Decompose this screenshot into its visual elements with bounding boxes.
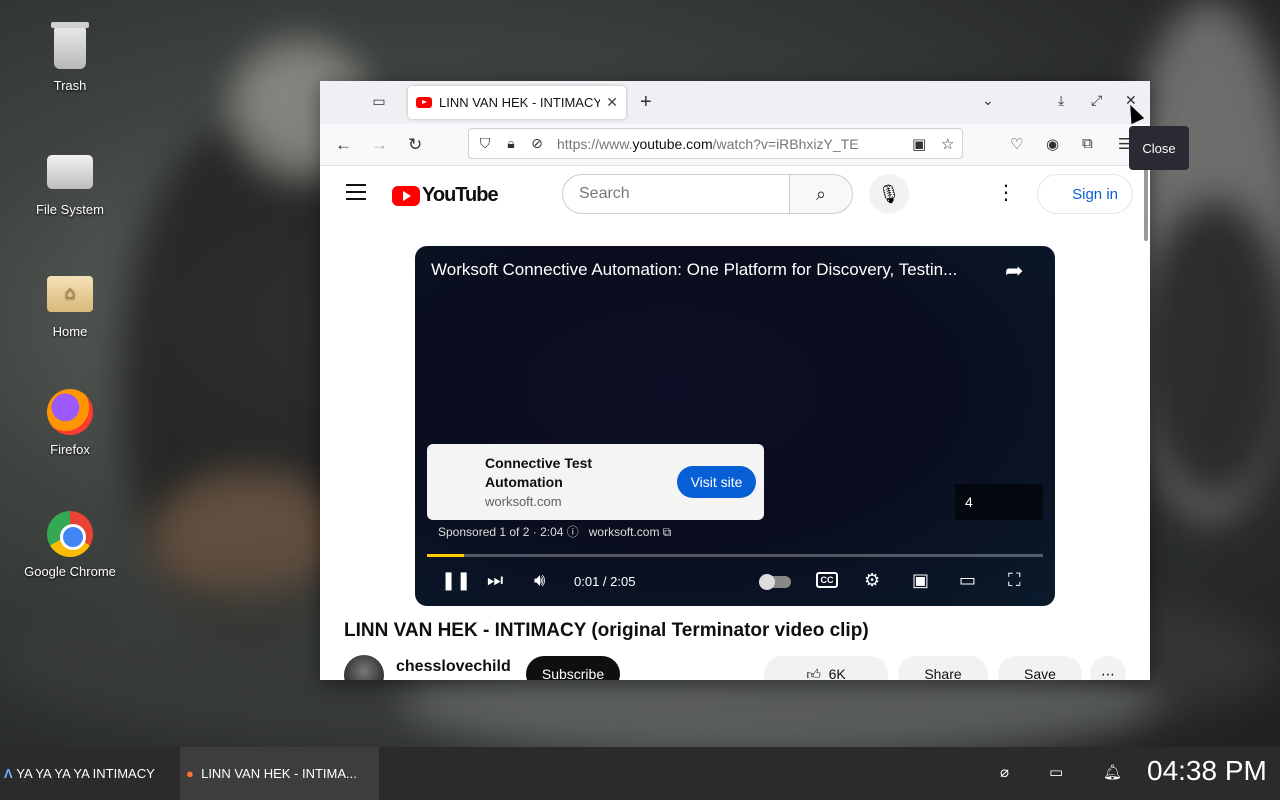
sign-in-button[interactable]: Sign in [1037, 174, 1133, 214]
desktop-icon-chrome[interactable]: Google Chrome [15, 510, 125, 579]
minimize-button[interactable]: ⤓ [1058, 92, 1064, 109]
battery-icon[interactable]: ▭ [1049, 763, 1063, 781]
youtube-logo[interactable]: YouTube [392, 184, 499, 207]
forward-button[interactable]: → [371, 135, 388, 155]
new-tab-button[interactable]: + [640, 91, 652, 114]
tab-youtube[interactable]: LINN VAN HEK - INTIMACY ✕ [408, 86, 626, 119]
thumbs-up-icon: 👍︎ [806, 665, 821, 681]
taskbar-item-label: YA YA YA YA INTIMACY [16, 766, 155, 781]
firefox-window: ▭ LINN VAN HEK - INTIMACY ✕ + ⌄ ⤓ ⤢ ✕ ← … [320, 81, 1150, 680]
microphone-icon: 🎙︎ [877, 183, 901, 204]
youtube-page: YouTube Search ⌕ 🎙︎ ⋮ Sign in Worksoft C… [320, 166, 1150, 680]
chrome-icon [47, 511, 93, 557]
sign-in-label: Sign in [1072, 185, 1118, 203]
player-controls: ❚❚ ⏭︎ 🔊︎ 0:01 / 2:05 CC ⚙ ▣ ▭ ⛶ [415, 566, 1055, 598]
page-scrollbar[interactable] [1144, 166, 1148, 241]
captions-icon[interactable]: CC [816, 572, 838, 588]
network-off-icon[interactable]: ⌀ [1000, 763, 1009, 781]
guide-menu-icon[interactable] [346, 184, 366, 205]
trash-icon [51, 22, 89, 69]
youtube-play-icon [392, 185, 420, 206]
visit-site-button[interactable]: Visit site [677, 466, 756, 498]
time-display: 0:01 / 2:05 [574, 574, 636, 589]
taskbar: Ʌ YA YA YA YA INTIMACY ● LINN VAN HEK - … [0, 747, 1280, 800]
clock[interactable]: 04:38 PM [1147, 755, 1267, 787]
drive-icon [47, 155, 93, 189]
tab-close-icon[interactable]: ✕ [606, 94, 618, 111]
more-actions-icon[interactable]: ⋯ [1090, 656, 1126, 680]
taskbar-item-intimacy[interactable]: Ʌ YA YA YA YA INTIMACY [4, 747, 180, 800]
sponsored-link[interactable]: worksoft.com [589, 525, 660, 539]
search-input[interactable]: Search [562, 174, 790, 214]
share-button[interactable]: Share [898, 656, 988, 680]
desktop-icon-label: Google Chrome [24, 564, 116, 579]
app-icon: Ʌ [4, 766, 13, 781]
desktop-icon-label: Trash [53, 78, 87, 93]
desktop-icon-trash[interactable]: Trash [15, 22, 125, 93]
like-count: 6K [828, 666, 846, 680]
search-button[interactable]: ⌕ [789, 174, 853, 214]
firefox-icon: ● [186, 766, 194, 781]
pause-icon[interactable]: ❚❚ [441, 570, 471, 591]
bookmark-star-icon[interactable]: ☆ [941, 135, 954, 153]
autoplay-toggle[interactable] [759, 574, 791, 590]
permissions-icon[interactable]: ⊘ [527, 135, 547, 152]
share-arrow-icon[interactable]: ➦ [1005, 258, 1023, 284]
miniplayer-icon[interactable]: ▣ [912, 570, 929, 591]
nav-bar: ← → ↻ ⛉ 🔒︎ ⊘ https://www.youtube.com/wat… [320, 124, 1150, 166]
maximize-button[interactable]: ⤢ [1091, 92, 1102, 109]
ad-card[interactable]: Connective Test Automation worksoft.com … [427, 444, 764, 520]
taskbar-item-firefox[interactable]: ● LINN VAN HEK - INTIMA... [180, 747, 379, 800]
desktop-icon-label: Firefox [50, 442, 90, 457]
tab-bar: ▭ LINN VAN HEK - INTIMACY ✕ + ⌄ ⤓ ⤢ ✕ [320, 81, 1150, 124]
save-label: Save [1024, 666, 1056, 680]
ad-title: Connective Test Automation [485, 455, 593, 490]
desktop-icon-firefox[interactable]: Firefox [15, 388, 125, 457]
url-bar[interactable]: ⛉ 🔒︎ ⊘ https://www.youtube.com/watch?v=i… [468, 128, 963, 159]
firefox-view-icon[interactable]: ▭ [369, 93, 389, 113]
like-button[interactable]: 👍︎ 6K [764, 656, 888, 680]
video-player[interactable]: Worksoft Connective Automation: One Plat… [415, 246, 1055, 606]
sponsored-info: Sponsored 1 of 2 · 2:04 ⓘ worksoft.com ⧉ [438, 525, 672, 539]
shield-icon[interactable]: ⛉ [475, 135, 495, 152]
back-button[interactable]: ← [335, 135, 352, 155]
taskbar-item-label: LINN VAN HEK - INTIMA... [201, 766, 357, 781]
desktop-icon-label: Home [52, 324, 88, 339]
desktop-icon-file-system[interactable]: File System [15, 148, 125, 217]
firefox-icon [47, 389, 93, 435]
ad-domain: worksoft.com [485, 494, 562, 509]
search-icon: ⌕ [815, 183, 827, 204]
theater-mode-icon[interactable]: ▭ [959, 570, 976, 591]
video-title: LINN VAN HEK - INTIMACY (original Termin… [344, 620, 869, 641]
voice-search-button[interactable]: 🎙︎ [869, 174, 909, 214]
save-button[interactable]: Save [998, 656, 1082, 680]
extensions-icon[interactable]: ⧉ [1082, 135, 1093, 152]
list-all-tabs-icon[interactable]: ⌄ [982, 92, 994, 109]
reader-view-icon[interactable]: ▣ [912, 135, 926, 153]
close-tooltip: Close [1129, 126, 1189, 170]
lock-icon[interactable]: 🔒︎ [501, 135, 521, 152]
tab-title: LINN VAN HEK - INTIMACY [439, 95, 601, 110]
settings-kebab-icon[interactable]: ⋮ [996, 180, 1016, 205]
fullscreen-icon[interactable]: ⛶ [1008, 570, 1021, 591]
channel-name[interactable]: chesslovechild [396, 658, 511, 676]
desktop-icon-label: File System [36, 202, 104, 217]
pocket-icon[interactable]: ♡ [1010, 135, 1023, 153]
channel-avatar[interactable] [344, 655, 384, 680]
share-label: Share [924, 666, 962, 680]
reload-button[interactable]: ↻ [408, 135, 422, 155]
progress-bar[interactable] [427, 554, 1043, 557]
next-icon[interactable]: ⏭︎ [487, 570, 503, 591]
url-text: https://www.youtube.com/watch?v=iRBhxizY… [557, 135, 859, 152]
notification-bell-icon[interactable]: 🔔︎ [1103, 763, 1122, 781]
desktop-icon-home[interactable]: Home [15, 270, 125, 339]
skip-countdown: 4 [955, 484, 1043, 520]
subscribe-button[interactable]: Subscribe [526, 656, 620, 680]
account-icon[interactable]: ◉ [1046, 135, 1059, 153]
player-ad-title[interactable]: Worksoft Connective Automation: One Plat… [431, 260, 957, 280]
home-folder-icon [47, 276, 93, 312]
settings-gear-icon[interactable]: ⚙ [864, 570, 880, 591]
volume-icon[interactable]: 🔊︎ [534, 570, 545, 591]
youtube-favicon-icon [416, 97, 432, 108]
